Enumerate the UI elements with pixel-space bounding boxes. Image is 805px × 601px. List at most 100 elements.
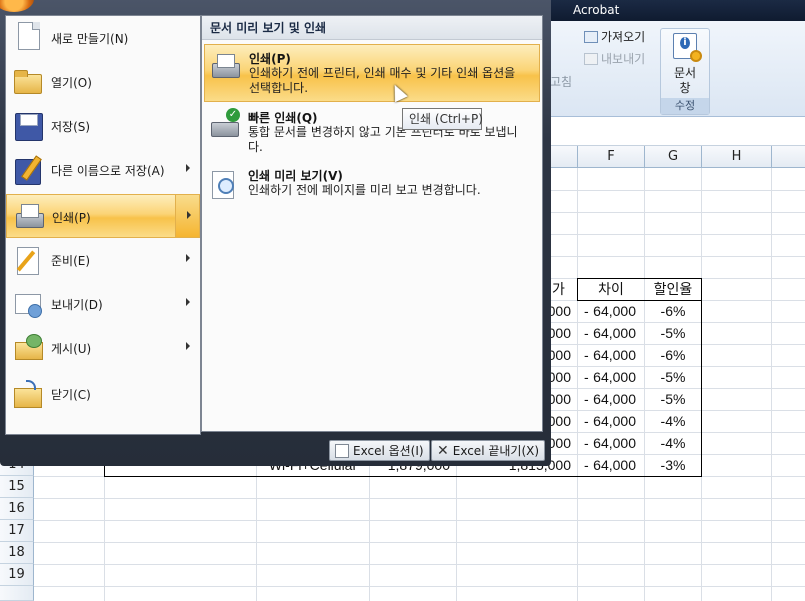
submenu-item-title: 인쇄(P) [249,52,291,66]
table-cell-rate[interactable]: -6% [645,344,701,366]
table-cell-rate[interactable]: -5% [645,388,701,410]
row-header-17[interactable]: 17 [0,520,34,542]
table-cell-rate[interactable]: -5% [645,322,701,344]
diff-value: 64,000 [593,391,636,407]
table-cell-diff[interactable]: -64,000 [578,366,644,388]
menu-item-save[interactable]: 저장(S) [6,104,200,148]
diff-value: 64,000 [593,303,636,319]
table-cell-rate[interactable]: -5% [645,366,701,388]
row-header-20[interactable] [0,586,34,601]
prepare-icon [12,244,44,276]
menu-item-label: 열기(O) [51,76,92,90]
submenu-arrow-icon [186,342,190,350]
table-cell-diff[interactable]: -64,000 [578,322,644,344]
diff-sign: - [584,391,589,407]
ribbon-edit-label: 고침 [550,75,573,89]
close-x-icon: ✕ [437,442,449,459]
printer-icon [13,201,45,233]
diff-value: 64,000 [593,347,636,363]
column-header-i[interactable] [772,146,805,168]
submenu-arrow-icon [186,164,190,172]
new-document-icon [18,22,40,50]
diff-value: 64,000 [593,325,636,341]
row-header-16[interactable]: 16 [0,498,34,520]
print-preview-icon [208,168,240,200]
submenu-item-title: 빠른 인쇄(Q) [248,111,318,125]
diff-sign: - [584,347,589,363]
table-cell-diff[interactable]: -64,000 [578,344,644,366]
excel-options-label: Excel 옵션(I) [353,444,424,458]
column-header-h[interactable]: H [702,146,772,168]
menu-item-send[interactable]: 보내기(D) [6,282,200,326]
import-icon [584,30,598,43]
diff-value: 64,000 [593,369,636,385]
menu-item-close[interactable]: 닫기(C) [6,372,200,416]
menu-item-prepare[interactable]: 준비(E) [6,238,200,282]
save-disk-icon [12,110,44,142]
submenu-arrow-icon [186,298,190,306]
column-header-g[interactable]: G [645,146,702,168]
submenu-item-desc: 통합 문서를 변경하지 않고 기본 프린터로 바로 보냅니다. [248,125,518,154]
group-label-edit: 수정 [661,98,709,114]
submenu-item-desc: 인쇄하기 전에 페이지를 미리 보고 변경합니다. [248,183,481,197]
table-cell-diff[interactable]: -64,000 [578,388,644,410]
row-header-15[interactable]: 15 [0,476,34,498]
submenu-item-quick-print[interactable]: 빠른 인쇄(Q) 통합 문서를 변경하지 않고 기본 프린터로 바로 보냅니다. [204,104,540,162]
diff-value: 64,000 [593,435,636,451]
submenu-item-title: 인쇄 미리 보기(V) [248,169,343,183]
table-cell-rate[interactable]: -3% [645,454,701,476]
office-menu: 새로 만들기(N) 열기(O) 저장(S) 다른 이름으로 저장(A) 인쇄(P… [0,0,551,466]
table-cell-diff[interactable]: -64,000 [578,432,644,454]
export-icon [584,52,598,65]
table-cell-diff[interactable]: -64,000 [578,454,644,476]
excel-exit-label: Excel 끝내기(X) [452,444,540,458]
menu-item-label: 준비(E) [51,254,91,268]
diff-value: 64,000 [593,457,636,473]
submenu-arrow-icon [187,211,191,219]
table-cell-diff[interactable]: -64,000 [578,410,644,432]
table-cell-diff[interactable]: -64,000 [578,300,644,322]
menu-item-label: 다른 이름으로 저장(A) [51,164,165,178]
submenu-title: 문서 미리 보기 및 인쇄 [202,16,542,40]
menu-item-save-as[interactable]: 다른 이름으로 저장(A) [6,148,200,192]
export-label: 내보내기 [601,52,646,66]
diff-sign: - [584,413,589,429]
excel-options-button[interactable]: Excel 옵션(I) [329,440,430,461]
table-cell-rate[interactable]: -6% [645,300,701,322]
submenu-item-desc: 인쇄하기 전에 프린터, 인쇄 매수 및 기타 인쇄 옵션을 선택합니다. [249,66,516,95]
import-button[interactable]: 가져오기 [584,28,645,45]
header-cell-diff[interactable]: 차이 [578,278,644,300]
print-tooltip: 인쇄 (Ctrl+P) [402,108,483,130]
menu-item-label: 저장(S) [51,120,91,134]
import-label: 가져오기 [601,30,646,44]
export-button[interactable]: 내보내기 [584,50,645,67]
submenu-item-print-preview[interactable]: 인쇄 미리 보기(V) 인쇄하기 전에 페이지를 미리 보고 변경합니다. [204,162,540,220]
save-as-icon [12,154,44,186]
menu-item-new[interactable]: 새로 만들기(N) [6,16,200,60]
office-menu-commands: 새로 만들기(N) 열기(O) 저장(S) 다른 이름으로 저장(A) 인쇄(P… [5,15,201,435]
diff-sign: - [584,303,589,319]
close-folder-icon [12,378,44,410]
options-icon [335,443,349,458]
document-window-button[interactable]: i 문서 창 수정 [660,28,710,115]
table-cell-rate[interactable]: -4% [645,410,701,432]
diff-sign: - [584,369,589,385]
print-submenu: 문서 미리 보기 및 인쇄 인쇄(P) 인쇄하기 전에 프린터, 인쇄 매수 및… [201,15,543,432]
header-cell-rate[interactable]: 할인율 [645,278,701,300]
ribbon-tab-acrobat[interactable]: Acrobat [573,3,619,17]
menu-item-publish[interactable]: 게시(U) [6,326,200,370]
publish-icon [12,332,44,364]
menu-item-print[interactable]: 인쇄(P) [6,194,200,238]
excel-exit-button[interactable]: ✕ Excel 끝내기(X) [431,440,546,461]
send-icon [12,288,44,320]
row-header-18[interactable]: 18 [0,542,34,564]
submenu-item-print[interactable]: 인쇄(P) 인쇄하기 전에 프린터, 인쇄 매수 및 기타 인쇄 옵션을 선택합… [204,44,540,102]
diff-sign: - [584,457,589,473]
row-header-19[interactable]: 19 [0,564,34,586]
column-header-f[interactable]: F [578,146,645,168]
document-info-icon: i [673,33,702,62]
diff-value: 64,000 [593,413,636,429]
menu-item-open[interactable]: 열기(O) [6,60,200,104]
table-cell-rate[interactable]: -4% [645,432,701,454]
printer-icon [209,51,241,83]
